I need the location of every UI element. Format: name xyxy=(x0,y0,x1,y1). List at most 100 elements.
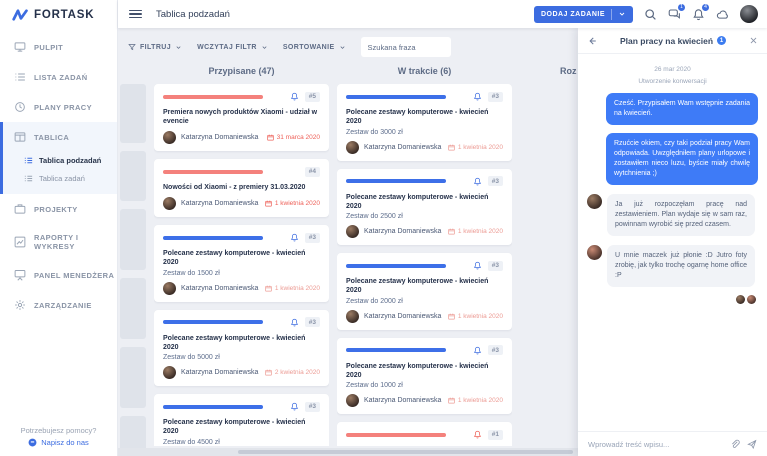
due-date: 2 kwietnia 2020 xyxy=(265,369,320,376)
assignee-avatar xyxy=(163,366,176,379)
priority-bar xyxy=(163,320,263,324)
chevron-down-icon xyxy=(175,44,182,51)
page-title: Tablica podzadań xyxy=(156,8,230,20)
task-card[interactable]: #4 Nowości od Xiaomi - z premiery 31.03.2… xyxy=(154,159,329,217)
task-card[interactable]: #1Test MacBook Pro 16Sprawdzamy jakość w… xyxy=(337,422,512,446)
assignee-name: Katarzyna Domaniewska xyxy=(364,312,442,320)
sorting-button[interactable]: SORTOWANIE xyxy=(283,44,346,51)
menu-toggle-icon[interactable] xyxy=(129,7,142,20)
card-title: Polecane zestawy komputerowe - kwiecień … xyxy=(346,362,489,379)
card-title: Polecane zestawy komputerowe - kwiecień … xyxy=(163,250,306,266)
notifications-bell-icon[interactable]: 4 xyxy=(692,3,709,21)
cloud-sync-icon[interactable] xyxy=(716,8,729,21)
task-id-badge: #3 xyxy=(304,232,320,243)
brand-logo-icon xyxy=(12,9,29,21)
sublist-icon xyxy=(24,156,33,165)
card-top-row: #3 xyxy=(346,176,503,187)
task-card[interactable]: #5 Premiera nowych produktów Xiaomi - udz… xyxy=(154,84,329,151)
add-task-label: DODAJ ZADANIE xyxy=(540,10,605,18)
search-input[interactable] xyxy=(360,37,451,57)
sidebar-item-label: PULPIT xyxy=(34,42,64,52)
sidebar-subitem-label: Tablica podzadań xyxy=(39,156,102,165)
task-card[interactable]: #3 Polecane zestawy komputerowe - kwiecie… xyxy=(337,84,512,161)
task-id-badge: #4 xyxy=(304,166,320,177)
sidebar-item-5[interactable]: RAPORTY I WYKRESY xyxy=(0,224,117,260)
sidebar-item-2[interactable]: PLANY PRACY xyxy=(0,92,117,122)
monitor-icon xyxy=(14,41,26,53)
card-top-row: #3 xyxy=(163,317,320,328)
chevron-down-icon xyxy=(339,44,346,51)
due-date-label: 1 kwietnia 2020 xyxy=(457,312,503,320)
task-card[interactable]: #3 Polecane zestawy komputerowe - kwiecie… xyxy=(154,394,329,446)
bell-icon xyxy=(290,92,299,101)
message-row: Ja już rozpoczęłam pracę nad zestawienie… xyxy=(587,194,758,236)
card-title: Polecane zestawy komputerowe - kwiecień … xyxy=(163,419,306,435)
task-card[interactable]: #3 Polecane zestawy komputerowe - kwiecie… xyxy=(154,309,329,386)
calendar-icon xyxy=(448,144,456,151)
message-bubble-received: Ja już rozpoczęłam pracę nad zestawienie… xyxy=(607,194,755,236)
conversation-created-label: Utworzenie konwersacji xyxy=(638,78,707,85)
sidebar-item-3[interactable]: TABLICA xyxy=(0,122,117,152)
sidebar-item-0[interactable]: PULPIT xyxy=(0,32,117,62)
card-top-row: #3 xyxy=(346,345,503,356)
sender-avatar xyxy=(587,245,602,260)
load-filter-button[interactable]: WCZYTAJ FILTR xyxy=(197,44,268,51)
filter-button[interactable]: FILTRUJ xyxy=(128,43,182,51)
conversation-title-wrap: Plan pracy na kwiecień 1 xyxy=(597,36,749,46)
message-input[interactable]: Wprowadź treść wpisu... xyxy=(588,440,723,449)
chevron-down-icon xyxy=(261,44,268,51)
due-date-label: 31 marca 2020 xyxy=(276,134,320,141)
sidebar-item-6[interactable]: PANEL MENEDŻERA xyxy=(0,260,117,290)
sidebar-item-1[interactable]: LISTA ZADAŃ xyxy=(0,62,117,92)
conversation-date: 26 mar 2020 xyxy=(654,66,691,73)
task-id-badge: #3 xyxy=(487,345,503,355)
priority-bar xyxy=(163,94,263,99)
close-icon[interactable] xyxy=(749,36,758,45)
sorting-label: SORTOWANIE xyxy=(282,43,335,51)
assignee-name: Katarzyna Domaniewska xyxy=(364,143,442,151)
sidebar-item-4[interactable]: PROJEKTY xyxy=(0,194,117,224)
assignee-avatar xyxy=(346,140,359,154)
clipped-card xyxy=(120,84,146,143)
assignee-avatar xyxy=(346,225,359,238)
clock-icon xyxy=(14,101,26,113)
clipped-card xyxy=(120,347,146,408)
add-task-button[interactable]: DODAJ ZADANIE xyxy=(533,5,633,23)
priority-bar xyxy=(346,432,446,437)
task-card[interactable]: #3 Polecane zestawy komputerowe - kwiecie… xyxy=(337,337,512,414)
task-card[interactable]: #3 Polecane zestawy komputerowe - kwiecie… xyxy=(337,253,512,330)
sidebar-item-7[interactable]: ZARZĄDZANIE xyxy=(0,290,117,320)
search-icon[interactable] xyxy=(644,8,657,21)
assignee-avatar xyxy=(163,197,176,210)
filter-label: FILTRUJ xyxy=(140,43,172,51)
sidebar-subitem-0[interactable]: Tablica podzadań xyxy=(0,152,117,170)
calendar-icon xyxy=(448,313,456,320)
sidebar-item-label: PROJEKTY xyxy=(34,204,78,214)
message-bubble-sent: Rzućcie okiem, czy taki podział pracy Wa… xyxy=(606,133,758,185)
horizontal-scrollbar-thumb[interactable] xyxy=(238,450,573,454)
task-card[interactable]: #3 Polecane zestawy komputerowe - kwiecie… xyxy=(154,225,329,302)
send-icon[interactable] xyxy=(747,439,757,449)
funnel-icon xyxy=(128,43,136,51)
card-subtitle: Zestaw do 2000 zł xyxy=(346,297,403,305)
brand-logo: FORTASK xyxy=(0,0,117,32)
priority-bar xyxy=(346,179,446,183)
message-composer: Wprowadź treść wpisu... xyxy=(578,431,767,456)
sidebar-subitem-1[interactable]: Tablica zadań xyxy=(0,170,117,188)
chart-icon xyxy=(14,236,26,248)
message-bubble-received: U mnie maczek już płonie :D Jutro foty z… xyxy=(607,245,755,287)
clipped-card xyxy=(120,278,146,339)
bell-icon xyxy=(290,402,299,411)
card-footer: Katarzyna Domaniewska 1 kwietnia 2020 xyxy=(163,281,320,295)
task-card[interactable]: #3 Polecane zestawy komputerowe - kwiecie… xyxy=(337,168,512,245)
card-footer: Katarzyna Domaniewska 1 kwietnia 2020 xyxy=(346,309,503,323)
contact-us-link[interactable]: Napisz do nas xyxy=(0,438,117,447)
paperclip-icon[interactable] xyxy=(730,439,740,449)
chat-help-icon xyxy=(28,438,37,447)
messages-icon[interactable]: 1 xyxy=(668,3,685,21)
back-arrow-icon[interactable] xyxy=(587,36,597,46)
load-filter-label: WCZYTAJ FILTR xyxy=(197,43,257,51)
user-avatar[interactable] xyxy=(740,5,758,23)
due-date: 31 marca 2020 xyxy=(267,134,320,141)
task-id-badge: #5 xyxy=(304,91,320,102)
